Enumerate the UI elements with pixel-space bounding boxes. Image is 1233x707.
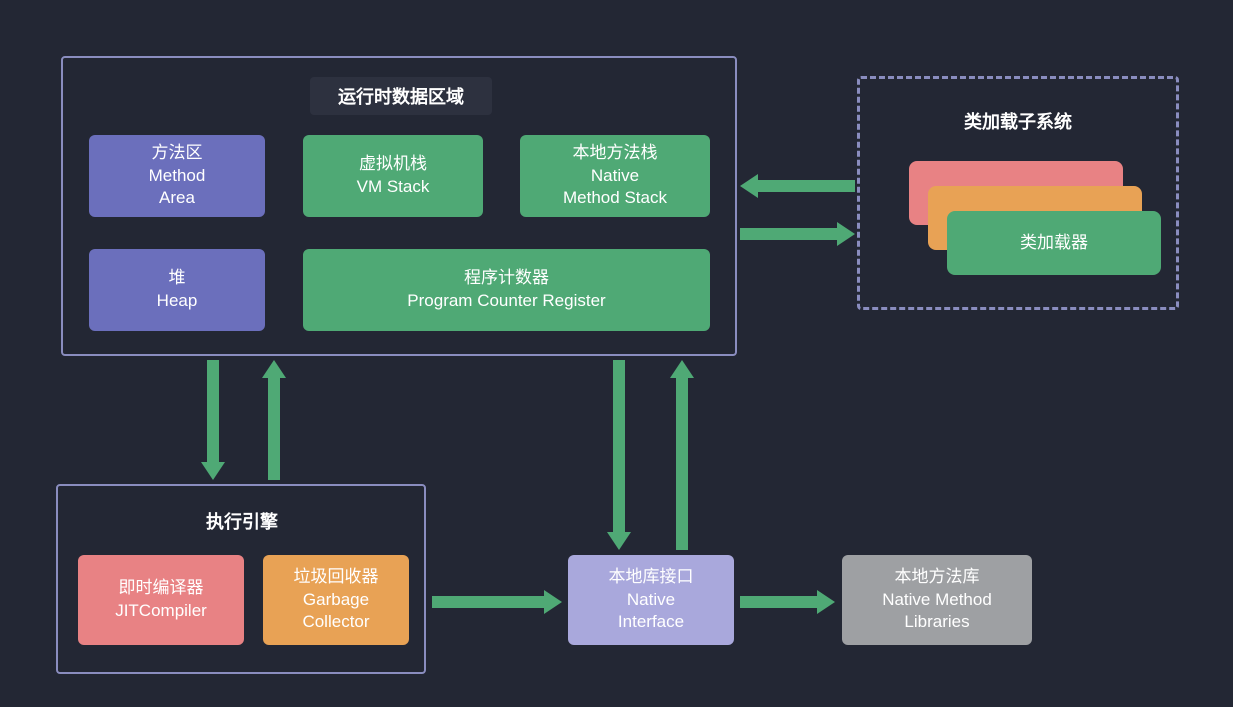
arrow-exec-to-runtime [262, 360, 286, 480]
heap-cn: 堆 [169, 267, 186, 290]
native-libs-cn: 本地方法库 [895, 566, 980, 589]
pc-register-box: 程序计数器 Program Counter Register [303, 249, 710, 331]
pc-register-cn: 程序计数器 [464, 267, 549, 290]
native-interface-cn: 本地库接口 [609, 566, 694, 589]
exec-engine-title: 执行引擎 [197, 508, 287, 534]
native-interface-en2: Interface [618, 611, 684, 634]
native-stack-en2: Method Stack [563, 187, 667, 210]
arrow-runtime-to-nativeif [607, 360, 631, 550]
vm-stack-box: 虚拟机栈 VM Stack [303, 135, 483, 217]
classloader-card-front: 类加载器 [947, 211, 1161, 275]
native-interface-en1: Native [627, 589, 675, 612]
native-stack-cn: 本地方法栈 [573, 142, 658, 165]
gc-en2: Collector [302, 611, 369, 634]
gc-box: 垃圾回收器 Garbage Collector [263, 555, 409, 645]
arrow-nativeif-to-libs [740, 590, 835, 614]
native-libs-en1: Native Method [882, 589, 992, 612]
arrow-nativeif-to-runtime [670, 360, 694, 550]
native-stack-en1: Native [591, 165, 639, 188]
runtime-data-area-title: 运行时数据区域 [310, 77, 492, 115]
gc-cn: 垃圾回收器 [294, 566, 379, 589]
classloader-label: 类加载器 [1020, 232, 1088, 255]
method-area-cn: 方法区 [152, 142, 203, 165]
classloader-title: 类加载子系统 [958, 108, 1078, 134]
gc-en1: Garbage [303, 589, 369, 612]
jit-compiler-box: 即时编译器 JITCompiler [78, 555, 244, 645]
method-area-en1: Method [149, 165, 206, 188]
pc-register-en: Program Counter Register [407, 290, 605, 313]
native-libs-box: 本地方法库 Native Method Libraries [842, 555, 1032, 645]
arrow-runtime-to-exec [201, 360, 225, 480]
arrow-classloader-to-runtime [740, 174, 855, 198]
method-area-en2: Area [159, 187, 195, 210]
jit-cn: 即时编译器 [119, 577, 204, 600]
method-area-box: 方法区 Method Area [89, 135, 265, 217]
heap-en: Heap [157, 290, 198, 313]
native-stack-box: 本地方法栈 Native Method Stack [520, 135, 710, 217]
arrow-runtime-to-classloader [740, 222, 855, 246]
native-libs-en2: Libraries [904, 611, 969, 634]
native-interface-box: 本地库接口 Native Interface [568, 555, 734, 645]
arrow-exec-to-nativeif [432, 590, 562, 614]
vm-stack-en: VM Stack [357, 176, 430, 199]
heap-box: 堆 Heap [89, 249, 265, 331]
jit-en: JITCompiler [115, 600, 207, 623]
vm-stack-cn: 虚拟机栈 [359, 153, 427, 176]
